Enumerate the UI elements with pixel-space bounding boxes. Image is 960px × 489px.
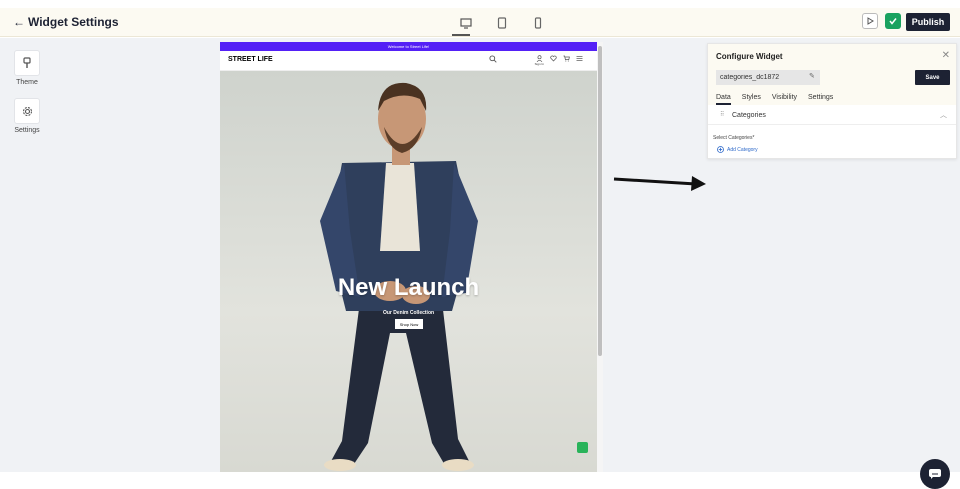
brush-icon: [23, 57, 31, 68]
sign-in-link[interactable]: Sign In: [535, 55, 544, 66]
top-bar: ← Widget Settings Publish: [0, 8, 960, 37]
tab-visibility[interactable]: Visibility: [772, 94, 797, 105]
tablet-view-button[interactable]: [484, 12, 520, 34]
panel-tabs: Data Styles Visibility Settings: [716, 94, 833, 105]
mobile-view-button[interactable]: [520, 12, 556, 34]
tablet-icon: [497, 17, 507, 29]
preview-scrollbar[interactable]: [597, 42, 603, 472]
nav-icons: Sign In: [489, 55, 583, 66]
tab-styles[interactable]: Styles: [742, 94, 761, 105]
publish-button[interactable]: Publish: [906, 13, 950, 31]
chat-icon: [929, 469, 941, 479]
hero-banner[interactable]: New Launch Our Denim Collection Shop Now: [220, 71, 597, 472]
preview-play-button[interactable]: [862, 13, 878, 29]
panel-title: Configure Widget: [716, 52, 783, 61]
settings-tool-button[interactable]: [14, 98, 40, 124]
hero-subtitle: Our Denim Collection: [382, 310, 435, 316]
pencil-icon[interactable]: ✎: [809, 72, 815, 80]
announcement-bar: Welcome to Street Life!: [220, 42, 597, 51]
pointer-arrow-icon: [613, 176, 706, 191]
configure-widget-panel: Configure Widget ✕ ✎ Save Data Styles Vi…: [707, 43, 957, 159]
menu-icon[interactable]: [576, 55, 583, 62]
site-navbar: STREET LIFE Sign In: [220, 51, 597, 71]
plus-circle-icon: [717, 146, 724, 153]
panel-header: Configure Widget ✕ ✎ Save Data Styles Vi…: [708, 44, 956, 105]
site-preview[interactable]: Welcome to Street Life! STREET LIFE Sign…: [220, 42, 597, 472]
settings-tool-label: Settings: [14, 127, 40, 134]
theme-tool-button[interactable]: [14, 50, 40, 76]
cart-icon[interactable]: [563, 55, 570, 62]
categories-section-header[interactable]: ⠿ Categories ︿: [708, 105, 956, 125]
sign-in-label: Sign In: [534, 62, 544, 66]
theme-tool-label: Theme: [16, 79, 38, 86]
save-check-button[interactable]: [885, 13, 901, 29]
scrollbar-thumb[interactable]: [598, 46, 602, 356]
tab-data[interactable]: Data: [716, 94, 731, 105]
widget-id-field[interactable]: [716, 70, 820, 85]
desktop-icon: [460, 17, 472, 29]
chevron-up-icon[interactable]: ︿: [940, 110, 947, 120]
desktop-view-button[interactable]: [448, 12, 484, 36]
user-icon: [536, 55, 543, 62]
page-title: Widget Settings: [28, 15, 119, 29]
tab-settings[interactable]: Settings: [808, 94, 833, 105]
back-arrow-icon[interactable]: ←: [13, 16, 25, 28]
hero-title: New Launch: [337, 274, 480, 301]
categories-section-label: Categories: [732, 112, 766, 119]
device-switcher: [448, 12, 556, 36]
close-icon[interactable]: ✕: [942, 50, 950, 61]
check-icon: [889, 18, 897, 25]
save-button[interactable]: Save: [915, 70, 950, 85]
heart-icon[interactable]: [550, 55, 557, 62]
chat-bubble-button[interactable]: [920, 459, 950, 489]
search-icon[interactable]: [489, 55, 497, 63]
select-categories-label: Select Categories*: [713, 135, 755, 141]
site-logo[interactable]: STREET LIFE: [228, 56, 273, 63]
drag-handle-icon[interactable]: ⠿: [720, 111, 724, 118]
mobile-icon: [534, 17, 542, 29]
add-category-link[interactable]: Add Category: [717, 146, 758, 153]
add-category-label: Add Category: [727, 146, 758, 153]
whatsapp-icon[interactable]: [577, 442, 588, 453]
play-icon: [867, 17, 874, 25]
shop-now-button[interactable]: Shop Now: [395, 319, 423, 329]
hero-model-image: [320, 82, 478, 471]
gear-icon: [22, 106, 32, 116]
